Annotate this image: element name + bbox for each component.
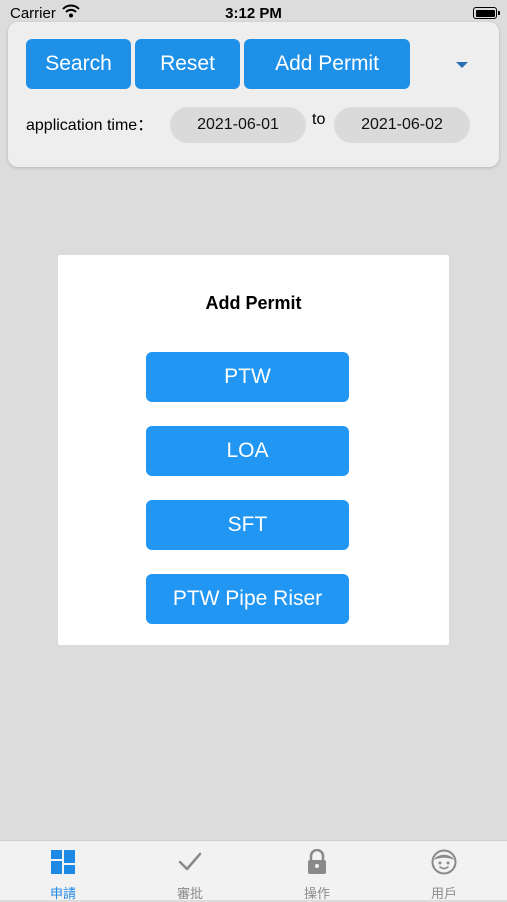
date-range-to-label: to: [312, 111, 326, 128]
application-time-label: application time：: [26, 117, 154, 134]
search-button[interactable]: Search: [26, 39, 131, 89]
end-date-field[interactable]: 2021-06-02: [334, 107, 470, 143]
grid-icon: [51, 850, 75, 874]
checkmark-icon: [178, 852, 202, 871]
tab-label: 申請: [49, 886, 76, 901]
add-permit-dialog: Add Permit PTW LOA SFT PTW Pipe Riser: [58, 255, 449, 645]
filter-panel: Search Reset Add Permit application time…: [8, 22, 499, 167]
tab-approve[interactable]: 審批: [127, 841, 253, 901]
ptw-option-button[interactable]: PTW: [146, 352, 349, 402]
start-date-field[interactable]: 2021-06-01: [170, 107, 306, 143]
ptw-pipe-riser-option-button[interactable]: PTW Pipe Riser: [146, 574, 349, 624]
tab-label: 操作: [303, 886, 330, 901]
loa-option-button[interactable]: LOA: [146, 426, 349, 476]
status-clock: 3:12 PM: [225, 5, 282, 22]
battery-icon: [473, 7, 500, 19]
chevron-down-icon[interactable]: [456, 62, 468, 68]
sft-option-button[interactable]: SFT: [146, 500, 349, 550]
dialog-title: Add Permit: [205, 293, 302, 313]
reset-button[interactable]: Reset: [135, 39, 240, 89]
tab-apply[interactable]: 申請: [0, 841, 126, 901]
tab-operate[interactable]: 操作: [254, 841, 380, 901]
bottom-tab-bar: 申請 審批 操作 用戶: [0, 840, 507, 901]
lock-icon: [308, 849, 326, 874]
tab-label: 用戶: [430, 886, 457, 901]
add-permit-button[interactable]: Add Permit: [244, 39, 410, 89]
tab-user[interactable]: 用戶: [381, 841, 507, 901]
tab-label: 審批: [176, 886, 203, 901]
user-face-icon: [431, 849, 457, 875]
